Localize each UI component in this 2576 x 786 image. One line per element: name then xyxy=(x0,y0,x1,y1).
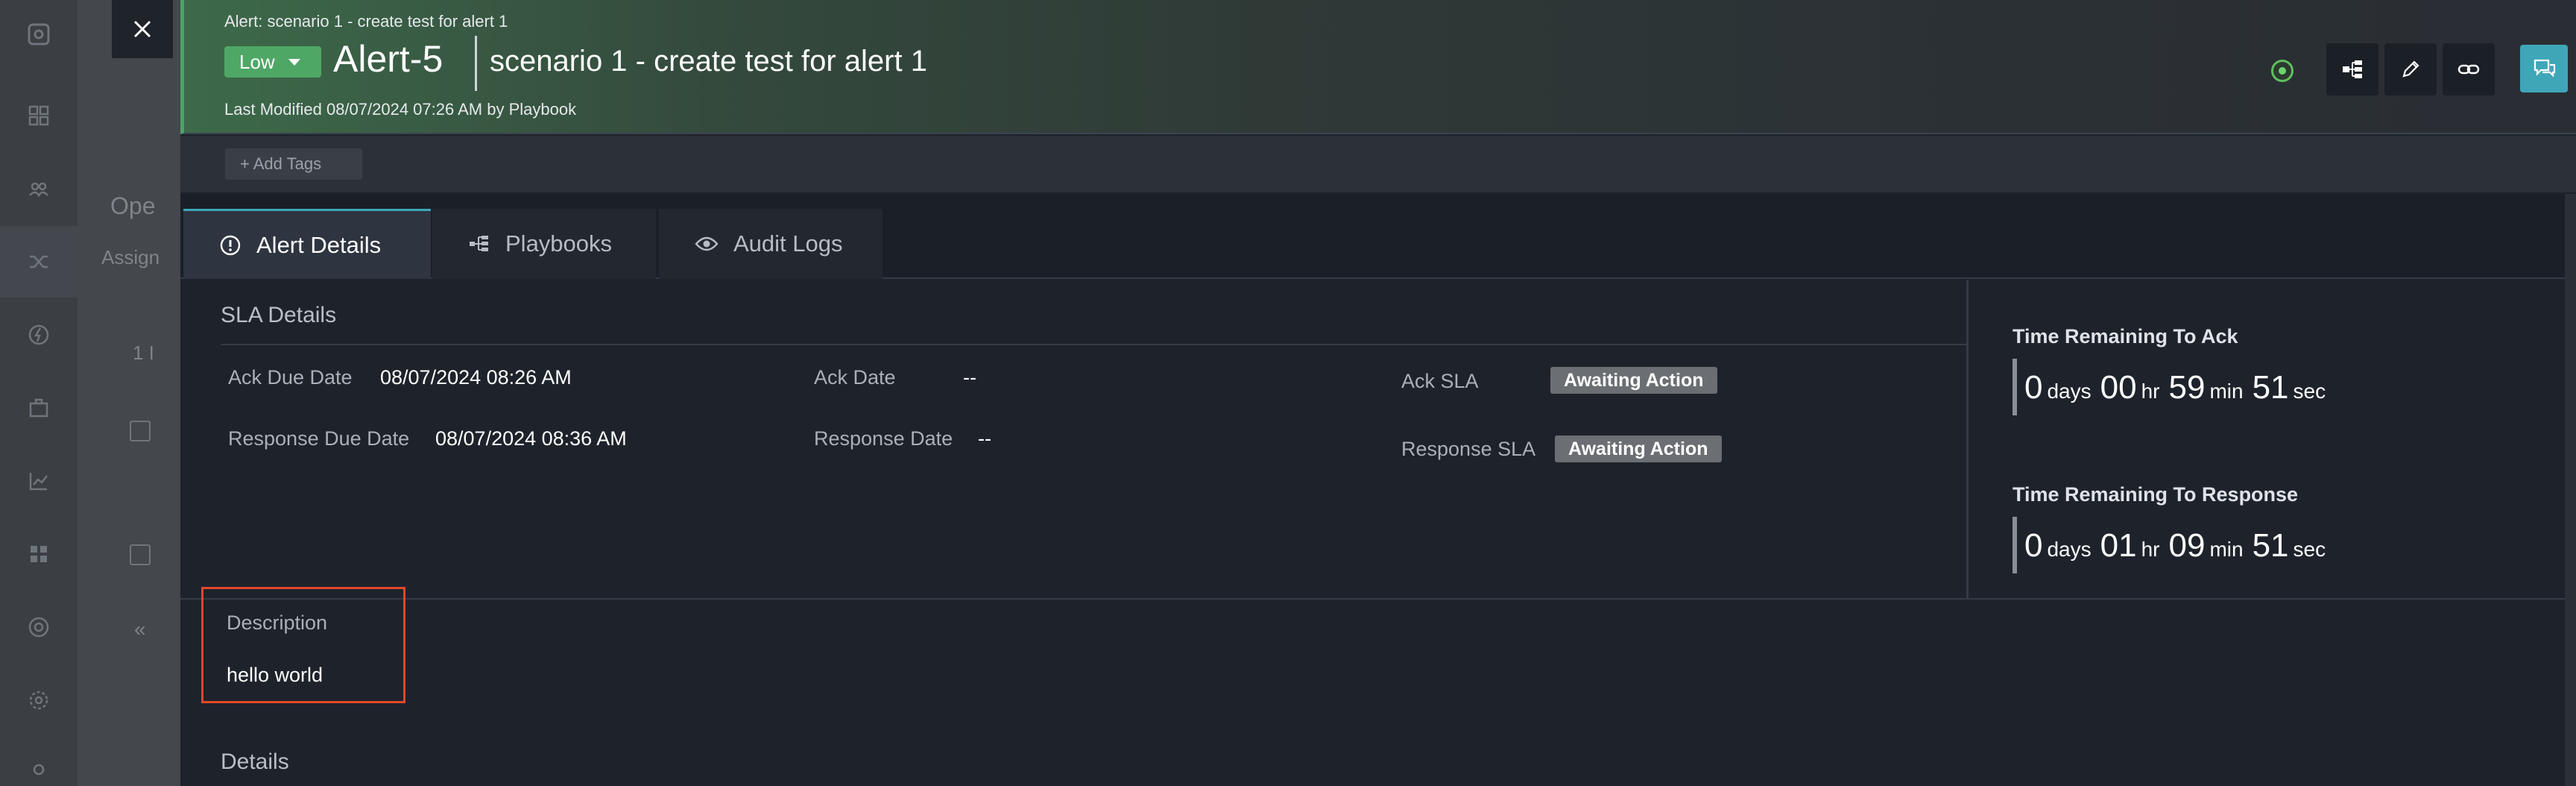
link-icon xyxy=(2457,64,2480,75)
description-label: Description xyxy=(227,611,328,634)
collapse-icon: « xyxy=(134,617,146,641)
background-content: Ope Assign 1 I « xyxy=(78,0,189,786)
severity-label: Low xyxy=(239,50,275,73)
last-modified: Last Modified 08/07/2024 07:26 AM by Pla… xyxy=(224,100,577,119)
playbook-tree-button[interactable] xyxy=(2326,43,2378,95)
ack-timer-title: Time Remaining To Ack xyxy=(2012,325,2238,348)
ack-date-value: -- xyxy=(963,366,976,389)
response-hours-value: 01 xyxy=(2100,527,2137,564)
response-due-date-value: 08/07/2024 08:36 AM xyxy=(435,427,627,450)
background-heading: Ope xyxy=(110,192,156,219)
info-circle-icon xyxy=(220,235,241,255)
alert-detail-panel: Alert: scenario 1 - create test for aler… xyxy=(180,0,2576,786)
minutes-unit: min xyxy=(2209,380,2244,403)
response-sla-label: Response SLA xyxy=(1401,438,1536,460)
scrollbar[interactable] xyxy=(2565,194,2576,786)
ack-countdown: 0 days 00 hr 59 min 51 sec xyxy=(2012,359,2334,415)
seconds-unit: sec xyxy=(2293,538,2326,561)
response-date-value: -- xyxy=(978,427,991,450)
details-heading: Details xyxy=(221,749,289,774)
ack-days-value: 0 xyxy=(2024,369,2043,406)
team-icon xyxy=(27,177,51,201)
close-icon xyxy=(133,20,151,38)
alert-id: Alert-5 xyxy=(333,38,443,80)
chart-icon xyxy=(27,470,51,494)
tab-label: Audit Logs xyxy=(733,230,843,257)
copy-link-button[interactable] xyxy=(2443,43,2495,95)
days-unit: days xyxy=(2047,538,2092,561)
alert-header: Alert: scenario 1 - create test for aler… xyxy=(180,0,2576,134)
comments-button[interactable] xyxy=(2520,45,2568,92)
chat-icon xyxy=(2534,59,2556,78)
ack-due-date-label: Ack Due Date xyxy=(228,366,353,389)
tab-playbooks[interactable]: Playbooks xyxy=(432,209,656,279)
shield-icon xyxy=(27,616,51,640)
close-button[interactable] xyxy=(112,0,173,58)
ack-sla-label: Ack SLA xyxy=(1401,370,1479,392)
severity-dropdown[interactable]: Low xyxy=(224,46,321,78)
background-count: 1 I xyxy=(133,342,154,364)
shuffle-icon xyxy=(27,251,51,274)
background-sidebar xyxy=(0,0,78,786)
dashboard-icon xyxy=(27,104,51,128)
tab-label: Playbooks xyxy=(505,230,613,257)
chevron-down-icon xyxy=(288,58,300,66)
response-timer: Time Remaining To Response 0 days 01 hr 09… xyxy=(2012,483,2334,573)
hours-unit: hr xyxy=(2141,380,2160,403)
ack-timer: Time Remaining To Ack 0 days 00 hr 59 min 5… xyxy=(2012,325,2334,415)
ack-seconds-value: 51 xyxy=(2252,369,2289,406)
pencil-icon xyxy=(2402,60,2419,78)
breadcrumb: Alert: scenario 1 - create test for aler… xyxy=(224,12,508,31)
hierarchy-icon xyxy=(2343,60,2362,78)
briefcase-icon xyxy=(27,397,51,421)
eye-icon xyxy=(695,236,719,251)
divider xyxy=(221,344,1966,345)
section-heading: SLA Details xyxy=(221,303,337,327)
ack-due-date-value: 08/07/2024 08:26 AM xyxy=(380,366,572,389)
tab-alert-details[interactable]: Alert Details xyxy=(183,209,431,279)
response-countdown: 0 days 01 hr 09 min 51 sec xyxy=(2012,517,2334,573)
hours-unit: hr xyxy=(2141,538,2160,561)
response-minutes-value: 09 xyxy=(2168,527,2206,564)
playbook-icon xyxy=(470,236,488,251)
divider xyxy=(180,598,2576,600)
response-days-value: 0 xyxy=(2024,527,2043,564)
tab-audit-logs[interactable]: Audit Logs xyxy=(659,209,883,279)
response-date-label: Response Date xyxy=(814,427,953,450)
response-timer-title: Time Remaining To Response xyxy=(2012,483,2299,506)
settings-icon xyxy=(27,689,51,713)
response-seconds-value: 51 xyxy=(2252,527,2289,564)
tab-label: Alert Details xyxy=(256,231,382,258)
ack-sla-status-badge: Awaiting Action xyxy=(1550,367,1717,394)
seconds-unit: sec xyxy=(2293,380,2326,403)
description-value[interactable]: hello world xyxy=(227,664,323,687)
sla-details-section: SLA Details Ack Due Date 08/07/2024 08:2… xyxy=(180,280,1966,598)
ack-hours-value: 00 xyxy=(2100,369,2137,406)
minutes-unit: min xyxy=(2209,538,2244,561)
status-indicator-icon xyxy=(2271,60,2294,82)
logo-icon xyxy=(27,22,51,46)
ack-date-label: Ack Date xyxy=(814,366,896,389)
response-sla-status-badge: Awaiting Action xyxy=(1555,436,1722,462)
edit-button[interactable] xyxy=(2384,43,2437,95)
alert-title[interactable]: scenario 1 - create test for alert 1 xyxy=(490,45,927,78)
ack-minutes-value: 59 xyxy=(2168,369,2206,406)
response-due-date-label: Response Due Date xyxy=(228,427,410,450)
title-divider xyxy=(475,36,477,91)
days-unit: days xyxy=(2047,380,2092,403)
bolt-icon xyxy=(27,324,51,348)
background-checkbox xyxy=(130,544,151,565)
tags-row: + Add Tags xyxy=(180,136,2576,192)
background-checkbox xyxy=(130,421,151,441)
apps-icon xyxy=(27,543,51,567)
users-icon xyxy=(27,762,51,786)
tab-bar: Alert Details Playbooks Audit Logs xyxy=(180,194,2576,279)
background-subheading: Assign xyxy=(101,246,160,268)
divider xyxy=(1966,280,1969,598)
add-tags-button[interactable]: + Add Tags xyxy=(225,148,362,180)
